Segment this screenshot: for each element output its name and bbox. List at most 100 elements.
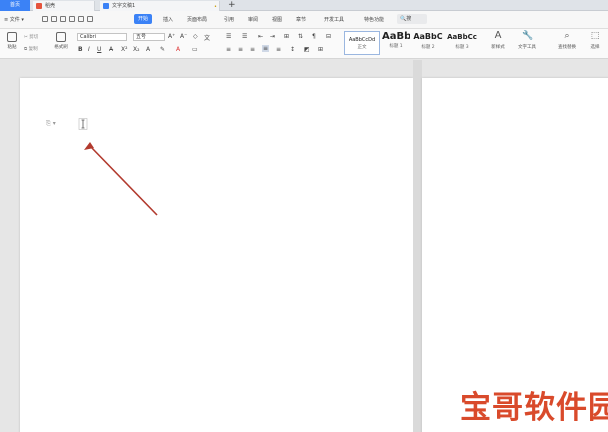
quick-access-toolbar xyxy=(42,16,96,24)
menu-tab-special[interactable]: 特色功能 xyxy=(364,16,384,23)
menu-tab-page-layout[interactable]: 页面布局 xyxy=(187,16,207,23)
cut-button[interactable]: ✂ 剪切 xyxy=(24,34,38,40)
style-heading-1[interactable]: AaBb 标题 1 xyxy=(382,31,410,55)
new-style-icon: A xyxy=(494,30,502,41)
new-tab-button[interactable]: + xyxy=(228,0,236,10)
pinyin-icon[interactable]: 文 xyxy=(204,33,210,42)
highlight-icon[interactable]: ✎ xyxy=(160,46,165,53)
menu-tab-references[interactable]: 引用 xyxy=(224,16,234,23)
file-menu[interactable]: ≡ 文件 ▾ xyxy=(4,16,24,23)
search-box[interactable]: 🔍搜 xyxy=(397,14,427,24)
tab-home[interactable]: 首页 xyxy=(0,0,30,11)
menu-tab-view[interactable]: 视图 xyxy=(272,16,282,23)
style-gallery: AaBbCcDd 正文 AaBb 标题 1 AaBbC 标题 2 AaBbCc … xyxy=(344,31,504,57)
border-icon[interactable]: ⊞ xyxy=(318,46,323,53)
output-pdf-icon[interactable] xyxy=(51,16,57,22)
style-heading-2[interactable]: AaBbC 标题 2 xyxy=(412,31,444,55)
show-marks-icon[interactable]: ¶ xyxy=(312,33,316,40)
menu-tab-insert[interactable]: 插入 xyxy=(163,16,173,23)
line-spacing-icon[interactable]: ↕ xyxy=(290,46,295,53)
underline-icon[interactable]: U xyxy=(97,46,101,53)
style-heading-1-label: 标题 1 xyxy=(389,44,403,49)
menu-tab-review[interactable]: 审阅 xyxy=(248,16,258,23)
align-right-icon[interactable]: ≡ xyxy=(250,46,255,53)
superscript-icon[interactable]: X² xyxy=(121,46,128,53)
menu-tab-start[interactable]: 开始 xyxy=(134,14,153,24)
style-heading-3-sample: AaBbCc xyxy=(447,33,477,41)
document-page-2[interactable] xyxy=(422,78,608,432)
paste-icon xyxy=(7,32,17,42)
format-painter-button[interactable]: 格式刷 xyxy=(50,32,72,50)
tab-daoke[interactable]: 稻壳 xyxy=(33,1,95,11)
chinese-layout-icon[interactable]: ⊞ xyxy=(284,33,289,40)
select-cursor-icon: ⬚ xyxy=(590,31,600,41)
increase-indent-icon[interactable]: ⇥ xyxy=(270,33,275,40)
text-effect-icon[interactable]: A xyxy=(146,46,150,53)
style-normal[interactable]: AaBbCcDd 正文 xyxy=(344,31,380,55)
align-left-icon[interactable]: ≡ xyxy=(226,46,231,53)
print-preview-icon[interactable] xyxy=(69,16,75,22)
tab-bar: 首页 稻壳 文字文稿1 • + xyxy=(0,0,608,11)
paragraph-marker-icon: ⎘ ▾ xyxy=(46,120,56,128)
font-name-select[interactable]: Calibri xyxy=(77,33,127,41)
strikethrough-icon[interactable]: A̶ xyxy=(109,46,113,53)
sort-icon[interactable]: ⇅ xyxy=(298,33,303,40)
chevron-down-icon: ▾ xyxy=(50,120,56,127)
format-painter-label: 格式刷 xyxy=(54,45,68,50)
bold-icon[interactable]: B xyxy=(78,46,83,53)
save-icon[interactable] xyxy=(42,16,48,22)
undo-icon[interactable] xyxy=(78,16,84,22)
table-icon[interactable]: ⊟ xyxy=(326,33,331,40)
new-style-label: 新样式 xyxy=(491,45,505,50)
style-heading-3-label: 标题 3 xyxy=(455,45,469,50)
align-center-icon[interactable]: ≡ xyxy=(238,46,243,53)
paste-button[interactable]: 粘贴 xyxy=(3,32,21,50)
tab-document-label: 文字文稿1 xyxy=(112,3,136,9)
watermark-text: 宝哥软件园 xyxy=(459,389,608,427)
copy-button[interactable]: ⧉ 复制 xyxy=(24,46,38,52)
font-size-select[interactable]: 五号 xyxy=(133,33,165,41)
font-color-icon[interactable]: A xyxy=(176,46,180,53)
brush-icon xyxy=(56,32,66,42)
daoke-icon xyxy=(36,3,42,9)
subscript-icon[interactable]: X₂ xyxy=(133,46,140,53)
char-border-icon[interactable]: ▭ xyxy=(192,46,198,53)
menu-bar: ≡ 文件 ▾ 开始 插入 页面布局 引用 审阅 视图 章节 开发工具 特色功能 … xyxy=(0,11,608,29)
page-gutter xyxy=(413,60,422,432)
distributed-icon[interactable]: ≡ xyxy=(276,46,281,53)
decrease-indent-icon[interactable]: ⇤ xyxy=(258,33,263,40)
paste-label: 粘贴 xyxy=(7,45,17,50)
select-button[interactable]: ⬚ 选择 xyxy=(584,31,606,50)
file-menu-label: 文件 xyxy=(9,17,20,23)
clear-format-icon[interactable]: ◇ xyxy=(193,33,198,40)
writer-doc-icon xyxy=(103,3,109,9)
tab-document[interactable]: 文字文稿1 • xyxy=(100,1,220,11)
text-tools-button[interactable]: 🔧 文字工具 xyxy=(513,31,541,50)
redo-icon[interactable] xyxy=(87,16,93,22)
shrink-font-icon[interactable]: A⁻ xyxy=(180,33,187,40)
new-style-button[interactable]: A 新样式 xyxy=(486,30,510,51)
style-heading-3[interactable]: AaBbCc 标题 3 xyxy=(446,31,478,55)
menu-tab-chapter[interactable]: 章节 xyxy=(296,16,306,23)
italic-icon[interactable]: I xyxy=(88,46,90,53)
style-heading-2-label: 标题 2 xyxy=(421,45,435,50)
print-icon[interactable] xyxy=(60,16,66,22)
wrench-icon: 🔧 xyxy=(522,31,534,41)
search-label: 搜 xyxy=(406,16,412,22)
style-heading-2-sample: AaBbC xyxy=(413,32,443,41)
find-replace-button[interactable]: ⌕ 查找替换 xyxy=(553,31,581,50)
annotation-arrow xyxy=(84,142,158,216)
text-cursor-icon xyxy=(78,118,88,130)
text-tools-label: 文字工具 xyxy=(518,45,536,50)
ribbon: 粘贴 ✂ 剪切 ⧉ 复制 格式刷 Calibri 五号 A⁺ A⁻ ◇ 文 B … xyxy=(0,29,608,59)
shading-icon[interactable]: ◩ xyxy=(304,46,310,53)
watermark: 宝哥软件园 xyxy=(459,382,608,427)
style-normal-sample: AaBbCcDd xyxy=(348,37,376,43)
justify-icon[interactable]: ≡ xyxy=(262,45,270,52)
grow-font-icon[interactable]: A⁺ xyxy=(168,33,175,40)
document-page-1[interactable] xyxy=(20,78,413,432)
menu-tab-developer[interactable]: 开发工具 xyxy=(324,16,344,23)
bullet-list-icon[interactable]: ☰ xyxy=(226,33,231,40)
numbered-list-icon[interactable]: ☰ xyxy=(242,33,247,40)
magnifier-icon: ⌕ xyxy=(564,31,570,41)
